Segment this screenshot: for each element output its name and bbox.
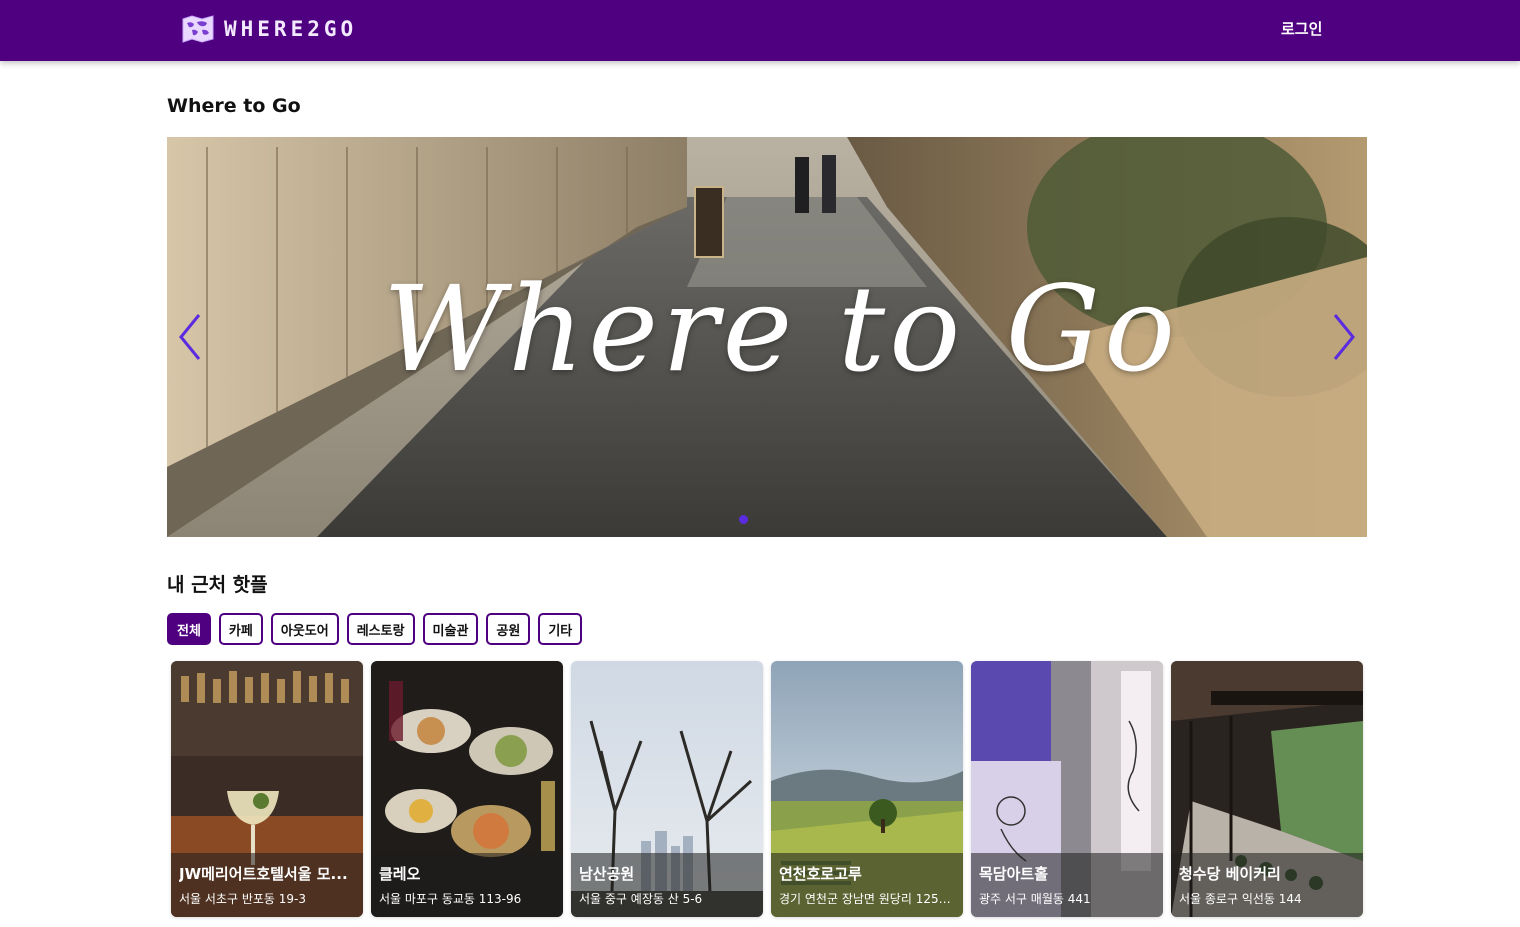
- place-name: JW메리어트호텔서울 모...: [179, 865, 348, 883]
- logo[interactable]: WHERE2GO: [180, 13, 357, 45]
- filter-chip-all[interactable]: 전체: [167, 613, 211, 645]
- filter-chip-museum[interactable]: 미술관: [422, 613, 479, 645]
- top-navbar: WHERE2GO 로그인: [0, 0, 1520, 61]
- place-card[interactable]: 남산공원 서울 중구 예장동 산 5-6: [571, 661, 763, 917]
- logo-text: WHERE2GO: [224, 17, 358, 41]
- place-card[interactable]: 클레오 서울 마포구 동교동 113-96: [371, 661, 563, 917]
- category-filter-bar: 전체 카페 아웃도어 레스토랑 미술관 공원 기타: [167, 613, 583, 645]
- place-card[interactable]: 연천호로고루 경기 연천군 장남면 원당리 1257-1: [771, 661, 963, 917]
- pagination-dot-active[interactable]: [738, 515, 748, 524]
- place-card[interactable]: 목담아트홀 광주 서구 매월동 441: [971, 661, 1163, 917]
- hero-section-title: Where to Go: [167, 95, 301, 117]
- place-card-list: JW메리어트호텔서울 모... 서울 서초구 반포동 19-3 클레오 서울 마…: [171, 661, 1363, 917]
- place-card[interactable]: 청수당 베이커리 서울 종로구 익선동 144: [1171, 661, 1363, 917]
- place-address: 서울 종로구 익선동 144: [1179, 892, 1302, 906]
- hero-carousel: Where to Go: [167, 137, 1367, 537]
- filter-chip-restaurant[interactable]: 레스토랑: [346, 613, 415, 645]
- place-name: 연천호로고루: [779, 865, 862, 883]
- place-name: 남산공원: [579, 865, 635, 883]
- login-link[interactable]: 로그인: [1281, 18, 1322, 39]
- chevron-right-icon[interactable]: [1325, 309, 1361, 365]
- place-address: 경기 연천군 장남면 원당리 1257-1: [779, 892, 955, 906]
- place-info: 클레오 서울 마포구 동교동 113-96: [371, 853, 563, 917]
- carousel-pagination: [167, 515, 1367, 524]
- place-info: 연천호로고루 경기 연천군 장남면 원당리 1257-1: [771, 853, 963, 917]
- place-address: 서울 중구 예장동 산 5-6: [579, 892, 703, 906]
- place-info: 남산공원 서울 중구 예장동 산 5-6: [571, 853, 763, 917]
- place-address: 서울 마포구 동교동 113-96: [379, 892, 522, 906]
- chevron-left-icon[interactable]: [173, 309, 209, 365]
- place-info: 청수당 베이커리 서울 종로구 익선동 144: [1171, 853, 1363, 917]
- world-map-logo-icon: [182, 15, 214, 43]
- place-name: 클레오: [379, 865, 421, 883]
- place-address: 광주 서구 매월동 441: [979, 892, 1091, 906]
- place-info: 목담아트홀 광주 서구 매월동 441: [971, 853, 1163, 917]
- place-address: 서울 서초구 반포동 19-3: [179, 892, 306, 906]
- place-card[interactable]: JW메리어트호텔서울 모... 서울 서초구 반포동 19-3: [171, 661, 363, 917]
- place-info: JW메리어트호텔서울 모... 서울 서초구 반포동 19-3: [171, 853, 363, 917]
- banner-script-overlay: Where to Go: [167, 137, 1367, 537]
- place-name: 목담아트홀: [979, 865, 1049, 883]
- banner-script-text: Where to Go: [382, 260, 1180, 398]
- filter-chip-cafe[interactable]: 카페: [218, 613, 263, 645]
- place-name: 청수당 베이커리: [1179, 865, 1281, 883]
- filter-chip-etc[interactable]: 기타: [538, 613, 583, 645]
- filter-chip-outdoor[interactable]: 아웃도어: [270, 613, 339, 645]
- nearby-section-title: 내 근처 핫플: [167, 574, 268, 596]
- filter-chip-park[interactable]: 공원: [486, 613, 531, 645]
